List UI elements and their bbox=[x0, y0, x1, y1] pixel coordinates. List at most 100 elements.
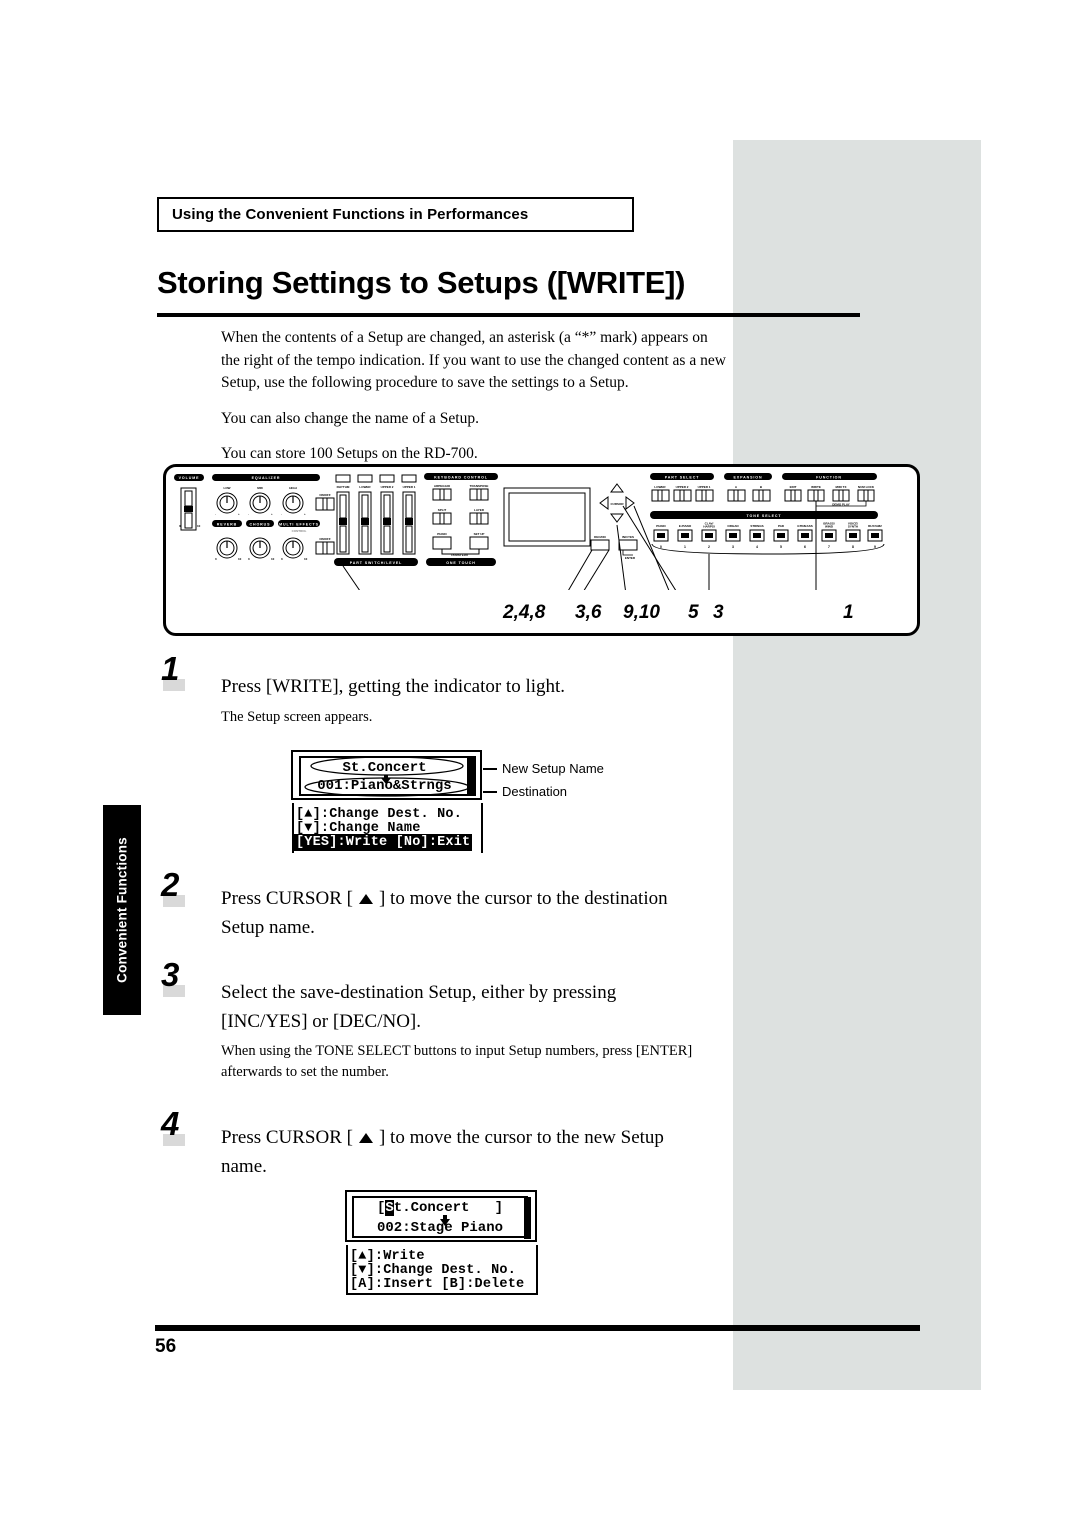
step-4-text: Press CURSOR [] to move the cursor to th… bbox=[221, 1123, 691, 1181]
callout-label-destination: Destination bbox=[502, 784, 568, 799]
chapter-heading-box: Using the Convenient Functions in Perfor… bbox=[157, 197, 634, 232]
step-1-text: Press [WRITE], getting the indicator to … bbox=[221, 676, 566, 697]
svg-text:PART SELECT: PART SELECT bbox=[665, 475, 700, 479]
lcd2-line4: [▼]:Change Dest. No. bbox=[350, 1263, 517, 1278]
svg-text:+: + bbox=[238, 512, 240, 516]
lcd1-right-rail bbox=[481, 803, 483, 853]
svg-text:CURSOR: CURSOR bbox=[610, 502, 624, 506]
step-3-text: Select the save-destination Setup, eithe… bbox=[221, 982, 617, 1032]
svg-text:5: 5 bbox=[780, 545, 782, 549]
step-1-number: 1 bbox=[161, 650, 180, 687]
intro-paragraph-3: You can store 100 Setups on the RD-700. bbox=[221, 445, 478, 462]
svg-text:3: 3 bbox=[732, 545, 734, 549]
svg-text:PIANO EDIT: PIANO EDIT bbox=[451, 553, 468, 557]
svg-text:10: 10 bbox=[271, 557, 275, 561]
svg-text:STRINGS: STRINGS bbox=[750, 524, 763, 528]
svg-text:A: A bbox=[735, 485, 738, 489]
svg-text:INC/YES: INC/YES bbox=[622, 535, 634, 539]
svg-text:EDIT: EDIT bbox=[790, 485, 797, 489]
lcd2-name-rest: t.Concert ] bbox=[393, 1200, 504, 1216]
svg-text:E.PIANO: E.PIANO bbox=[679, 524, 692, 528]
panel-callout-0: 2,4,8 bbox=[503, 602, 546, 623]
intro-paragraph-2: You can also change the name of a Setup. bbox=[221, 409, 479, 427]
svg-text:0: 0 bbox=[281, 557, 283, 561]
chapter-side-tab-label: Convenient Functions bbox=[114, 837, 130, 983]
svg-text:0: 0 bbox=[248, 557, 250, 561]
svg-text:10: 10 bbox=[304, 557, 308, 561]
lcd2-name-cursor: S bbox=[385, 1200, 394, 1216]
svg-text:FUNCTION: FUNCTION bbox=[816, 475, 842, 479]
title-rule bbox=[157, 313, 860, 317]
svg-text:HARPSI: HARPSI bbox=[703, 525, 715, 529]
panel-callout-3: 5 bbox=[688, 602, 699, 623]
svg-text:RHYTHM: RHYTHM bbox=[337, 485, 350, 489]
panel-callout-4: 3 bbox=[713, 602, 724, 623]
svg-text:DEMO PLAY: DEMO PLAY bbox=[832, 503, 850, 507]
svg-text:MID: MID bbox=[257, 486, 263, 490]
svg-text:ON/OFF: ON/OFF bbox=[319, 493, 330, 497]
svg-text:10: 10 bbox=[197, 524, 201, 528]
svg-text:+: + bbox=[271, 512, 273, 516]
svg-text:-: - bbox=[215, 512, 216, 516]
intro-text: When the contents of a Setup are changed… bbox=[221, 327, 726, 479]
svg-text:SET UP: SET UP bbox=[474, 532, 485, 536]
svg-text:CONTROL: CONTROL bbox=[292, 529, 307, 533]
lcd1-left-rail bbox=[292, 803, 294, 853]
svg-text:B: B bbox=[760, 485, 763, 489]
lcd-screen-2: [St.Concert ] 002:Stage Piano bbox=[345, 1190, 537, 1242]
svg-text:PIANO: PIANO bbox=[437, 532, 447, 536]
svg-text:EXPANSION: EXPANSION bbox=[733, 475, 762, 479]
intro-paragraph-1: When the contents of a Setup are changed… bbox=[221, 329, 726, 391]
step-2-text-before: Press CURSOR [ bbox=[221, 888, 353, 909]
chapter-side-tab: Convenient Functions bbox=[103, 805, 141, 1015]
page-title: Storing Settings to Setups ([WRITE]) bbox=[157, 265, 686, 300]
svg-text:+: + bbox=[304, 512, 306, 516]
svg-text:10: 10 bbox=[238, 557, 242, 561]
svg-text:-: - bbox=[248, 512, 249, 516]
chapter-heading-label: Using the Convenient Functions in Perfor… bbox=[172, 206, 529, 223]
svg-text:UPPER 1: UPPER 1 bbox=[698, 485, 711, 489]
svg-text:VOLUME: VOLUME bbox=[179, 476, 200, 480]
lcd1-highlight-ellipses bbox=[304, 756, 470, 797]
svg-text:-: - bbox=[281, 512, 282, 516]
svg-text:8: 8 bbox=[852, 545, 854, 549]
svg-text:KEYBOARD CONTROL: KEYBOARD CONTROL bbox=[434, 475, 488, 479]
svg-text:HIGH: HIGH bbox=[289, 486, 297, 490]
lcd2-destination: 002:Stage Piano bbox=[376, 1220, 504, 1236]
svg-text:PIANO: PIANO bbox=[656, 524, 666, 528]
manual-page: Convenient Functions Using the Convenien… bbox=[0, 0, 1080, 1528]
svg-text:6: 6 bbox=[804, 545, 806, 549]
svg-text:DEC/NO: DEC/NO bbox=[594, 535, 606, 539]
panel-callout-2: 9,10 bbox=[623, 602, 660, 623]
panel-callout-numbers: 2,4,8 3,6 9,10 5 3 1 bbox=[163, 594, 920, 636]
panel-callout-1: 3,6 bbox=[575, 602, 602, 623]
panel-controls: .lbl{font-family:"Liberation Sans",sans-… bbox=[168, 470, 915, 590]
panel-callout-5: 1 bbox=[843, 602, 854, 623]
svg-text:LOWER: LOWER bbox=[654, 485, 666, 489]
svg-text:ONE TOUCH: ONE TOUCH bbox=[446, 561, 476, 565]
svg-text:ARPEGGIO: ARPEGGIO bbox=[434, 484, 451, 488]
svg-text:SYNTH: SYNTH bbox=[848, 525, 858, 529]
svg-text:TRANSPOSE: TRANSPOSE bbox=[470, 484, 489, 488]
svg-text:PAD: PAD bbox=[778, 524, 785, 528]
callout-dash-name bbox=[483, 768, 497, 770]
svg-text:1: 1 bbox=[684, 545, 686, 549]
lcd1-line3: [▲]:Change Dest. No. bbox=[296, 807, 463, 822]
callout-label-new-setup-name: New Setup Name bbox=[502, 761, 604, 776]
step-2-text: Press CURSOR [] to move the cursor to th… bbox=[221, 884, 691, 942]
svg-text:RHY/GM2: RHY/GM2 bbox=[868, 524, 882, 528]
lcd2-right-rail bbox=[536, 1245, 538, 1295]
svg-text:EQUALIZER: EQUALIZER bbox=[252, 476, 281, 480]
up-triangle-icon bbox=[358, 893, 373, 904]
lcd2-line5: [A]:Insert [B]:Delete bbox=[350, 1277, 525, 1292]
callout-dash-dest bbox=[483, 791, 497, 793]
up-triangle-icon-2 bbox=[358, 1132, 373, 1143]
svg-text:LAYER: LAYER bbox=[474, 508, 485, 512]
lcd2-line3: [▲]:Write bbox=[350, 1249, 425, 1264]
svg-text:4: 4 bbox=[756, 545, 758, 549]
svg-text:ORGAN: ORGAN bbox=[727, 524, 738, 528]
step-3-number: 3 bbox=[161, 956, 180, 993]
svg-text:7: 7 bbox=[828, 545, 830, 549]
step-4-text-before: Press CURSOR [ bbox=[221, 1127, 353, 1148]
svg-text:SPLIT: SPLIT bbox=[438, 508, 447, 512]
